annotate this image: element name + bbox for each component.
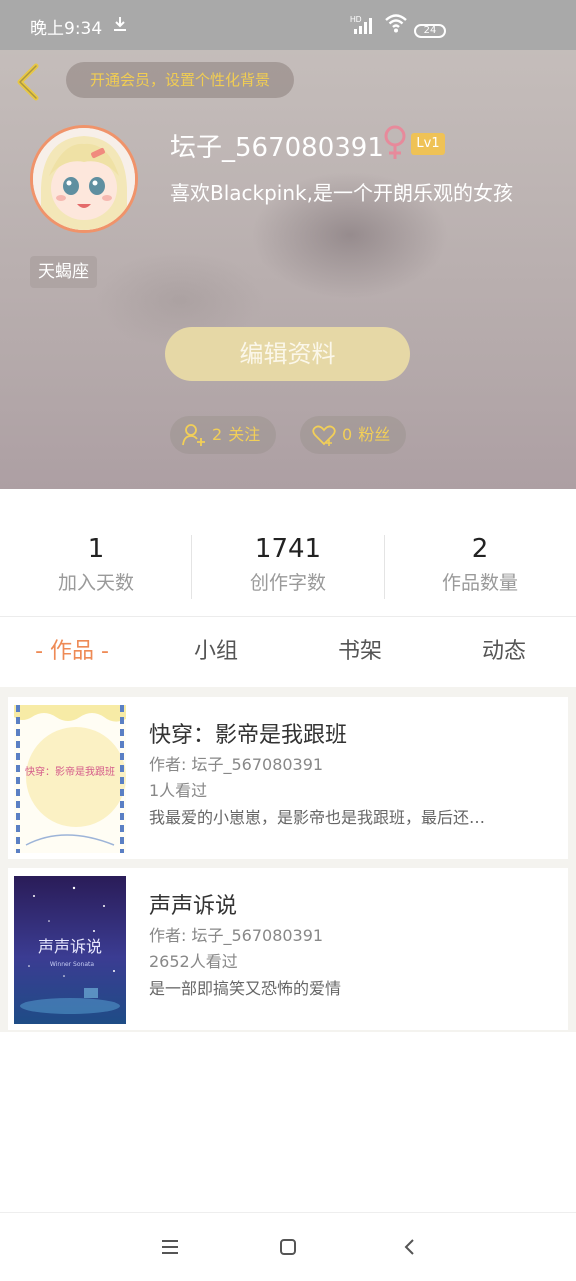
- menu-icon[interactable]: [158, 1235, 182, 1259]
- work-item[interactable]: 声声诉说 Winner Sonata 声声诉说 作者: 坛子_567080391…: [8, 868, 568, 1030]
- profile-header: 晚上9:34 HD 24 开通会员，设置个性化背景 坛子_567080391 L…: [0, 0, 576, 489]
- heart-icon: [312, 425, 336, 446]
- avatar[interactable]: [30, 125, 138, 233]
- zodiac-tag: 天蝎座: [30, 256, 97, 288]
- signal-icon: HD: [350, 14, 376, 40]
- svg-text:快穿：影帝是我跟班: 快穿：影帝是我跟班: [25, 765, 115, 778]
- female-icon: [382, 125, 408, 165]
- following-count: 2: [212, 425, 223, 444]
- tab-groups[interactable]: 小组: [144, 617, 288, 687]
- svg-text:声声诉说: 声声诉说: [38, 937, 102, 956]
- following-label: 关注: [228, 425, 261, 444]
- download-icon: [112, 15, 128, 38]
- vip-background-banner[interactable]: 开通会员，设置个性化背景: [66, 62, 294, 98]
- svg-text:Winner Sonata: Winner Sonata: [50, 961, 94, 968]
- work-description: 是一部即搞笑又恐怖的爱情: [149, 979, 342, 998]
- stat-label: 加入天数: [57, 572, 134, 594]
- tab-bookshelf[interactable]: 书架: [288, 617, 432, 687]
- follow-user-icon: [182, 424, 205, 446]
- back-button[interactable]: [12, 62, 46, 102]
- work-description: 我最爱的小崽崽，是影帝也是我跟班，最后还…: [149, 808, 486, 827]
- stat-value: 1741: [254, 534, 322, 564]
- work-title: 快穿：影帝是我跟班: [149, 723, 348, 748]
- work-item[interactable]: 快穿：影帝是我跟班 快穿：影帝是我跟班 作者: 坛子_567080391 1人看…: [8, 697, 568, 859]
- stat-join-days: 1 加入天数: [0, 534, 192, 595]
- stats-bar: 1 加入天数 1741 创作字数 2 作品数量: [0, 489, 576, 617]
- stat-value: 1: [87, 534, 105, 564]
- username: 坛子_567080391: [170, 133, 384, 163]
- work-title: 声声诉说: [149, 894, 238, 919]
- work-views: 2652人看过: [149, 952, 238, 971]
- battery-icon: 24: [414, 24, 446, 38]
- svg-text:HD: HD: [350, 15, 362, 24]
- tab-works[interactable]: - 作品 -: [0, 617, 144, 687]
- tab-activity[interactable]: 动态: [432, 617, 576, 687]
- stat-value: 2: [471, 534, 489, 564]
- work-views: 1人看过: [149, 781, 208, 800]
- work-author: 作者: 坛子_567080391: [149, 926, 324, 945]
- edit-profile-button[interactable]: 编辑资料: [165, 327, 410, 381]
- chevron-left-icon: [17, 63, 39, 101]
- profile-tabs: - 作品 - 小组 书架 动态: [0, 617, 576, 687]
- stat-label: 创作字数: [249, 572, 326, 594]
- bio-text: 喜欢Blackpink,是一个开朗乐观的女孩: [170, 181, 513, 205]
- level-badge: Lv1: [411, 133, 445, 155]
- back-icon[interactable]: [398, 1235, 422, 1259]
- fans-button[interactable]: 0 粉丝: [300, 416, 406, 454]
- work-cover: 声声诉说 Winner Sonata: [14, 876, 126, 1024]
- stat-label: 作品数量: [441, 572, 518, 594]
- stat-word-count: 1741 创作字数: [192, 534, 384, 595]
- work-cover: 快穿：影帝是我跟班: [14, 705, 126, 853]
- status-bar: 晚上9:34 HD 24: [0, 0, 576, 50]
- work-author: 作者: 坛子_567080391: [149, 755, 324, 774]
- fans-count: 0: [342, 425, 353, 444]
- following-button[interactable]: 2 关注: [170, 416, 276, 454]
- fans-label: 粉丝: [358, 425, 391, 444]
- stat-works-count: 2 作品数量: [384, 534, 576, 595]
- system-nav-bar: [0, 1212, 576, 1281]
- wifi-icon: [384, 12, 408, 39]
- status-time: 晚上9:34: [30, 19, 103, 39]
- home-icon[interactable]: [276, 1235, 300, 1259]
